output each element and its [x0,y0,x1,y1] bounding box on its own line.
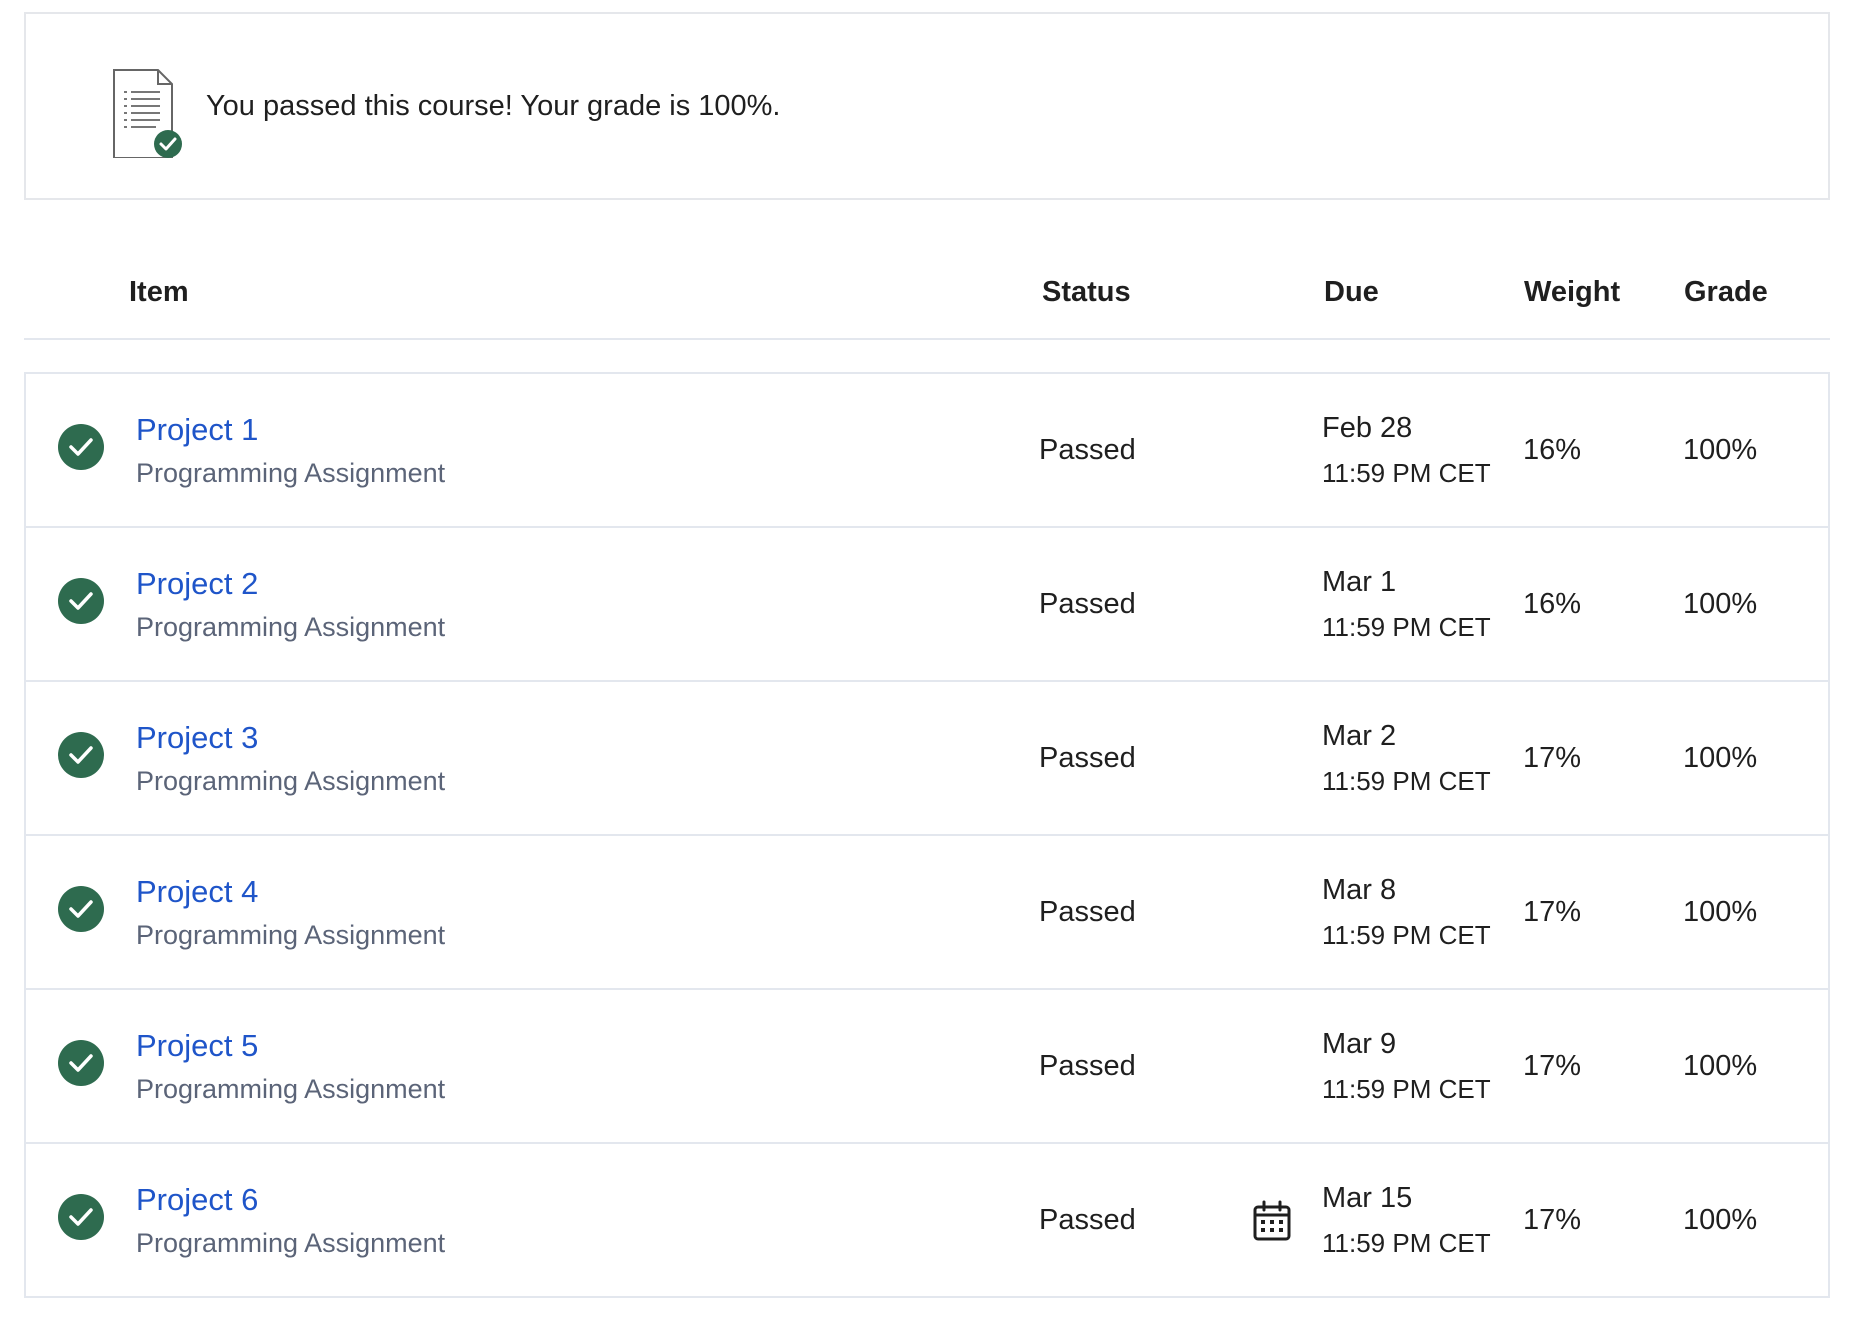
passed-check-icon [58,1194,104,1240]
table-row: Project 5 Programming Assignment Passed … [26,990,1828,1144]
calendar-icon[interactable] [1252,1200,1292,1242]
due-time: 11:59 PM CET [1322,612,1491,642]
due-date: Feb 28 [1322,412,1413,444]
weight-value: 17% [1523,895,1582,928]
grade-value: 100% [1683,741,1758,774]
header-due: Due [1324,276,1379,308]
assignment-type: Programming Assignment [136,1074,446,1104]
due-date: Mar 9 [1322,1028,1397,1060]
passed-check-icon [58,578,104,624]
grades-table-header: Item Status Due Weight Grade [24,250,1830,340]
weight-value: 17% [1523,741,1582,774]
due-time: 11:59 PM CET [1322,458,1491,488]
due-date: Mar 15 [1322,1182,1413,1214]
header-status: Status [1042,276,1131,308]
due-date: Mar 1 [1322,566,1397,598]
assignment-type: Programming Assignment [136,612,446,642]
grade-value: 100% [1683,1049,1758,1082]
header-weight: Weight [1524,276,1621,308]
table-row: Project 2 Programming Assignment Passed … [26,528,1828,682]
weight-value: 17% [1523,1203,1582,1236]
assignment-type: Programming Assignment [136,766,446,796]
weight-value: 16% [1523,433,1582,466]
grade-value: 100% [1683,1203,1758,1236]
assignment-link[interactable]: Project 6 [136,1182,258,1218]
assignment-type: Programming Assignment [136,920,446,950]
header-item: Item [129,276,189,308]
due-time: 11:59 PM CET [1322,1228,1491,1258]
due-date: Mar 8 [1322,874,1397,906]
table-row: Project 3 Programming Assignment Passed … [26,682,1828,836]
passed-check-icon [58,886,104,932]
due-time: 11:59 PM CET [1322,920,1491,950]
table-row: Project 6 Programming Assignment Passed … [26,1144,1828,1296]
assignment-link[interactable]: Project 5 [136,1028,258,1064]
assignment-link[interactable]: Project 1 [136,412,258,448]
passed-check-icon [58,424,104,470]
course-passed-banner: You passed this course! Your grade is 10… [24,12,1830,200]
table-row: Project 4 Programming Assignment Passed … [26,836,1828,990]
grade-value: 100% [1683,587,1758,620]
grade-value: 100% [1683,433,1758,466]
status-text: Passed [1039,1049,1136,1082]
status-text: Passed [1039,1203,1136,1236]
document-check-icon [113,69,182,158]
assignment-link[interactable]: Project 2 [136,566,258,602]
due-date: Mar 2 [1322,720,1397,752]
table-row: Project 1 Programming Assignment Passed … [26,374,1828,528]
status-text: Passed [1039,587,1136,620]
status-text: Passed [1039,895,1136,928]
due-time: 11:59 PM CET [1322,766,1491,796]
due-time: 11:59 PM CET [1322,1074,1491,1104]
grade-value: 100% [1683,895,1758,928]
header-grade: Grade [1684,276,1768,308]
passed-check-icon [58,1040,104,1086]
passed-check-icon [58,732,104,778]
weight-value: 16% [1523,587,1582,620]
banner-message: You passed this course! Your grade is 10… [206,89,781,122]
assignment-link[interactable]: Project 4 [136,874,258,910]
assignment-type: Programming Assignment [136,1228,446,1258]
status-text: Passed [1039,433,1136,466]
weight-value: 17% [1523,1049,1582,1082]
grades-table: Project 1 Programming Assignment Passed … [24,372,1830,1298]
status-text: Passed [1039,741,1136,774]
assignment-link[interactable]: Project 3 [136,720,258,756]
assignment-type: Programming Assignment [136,458,446,488]
